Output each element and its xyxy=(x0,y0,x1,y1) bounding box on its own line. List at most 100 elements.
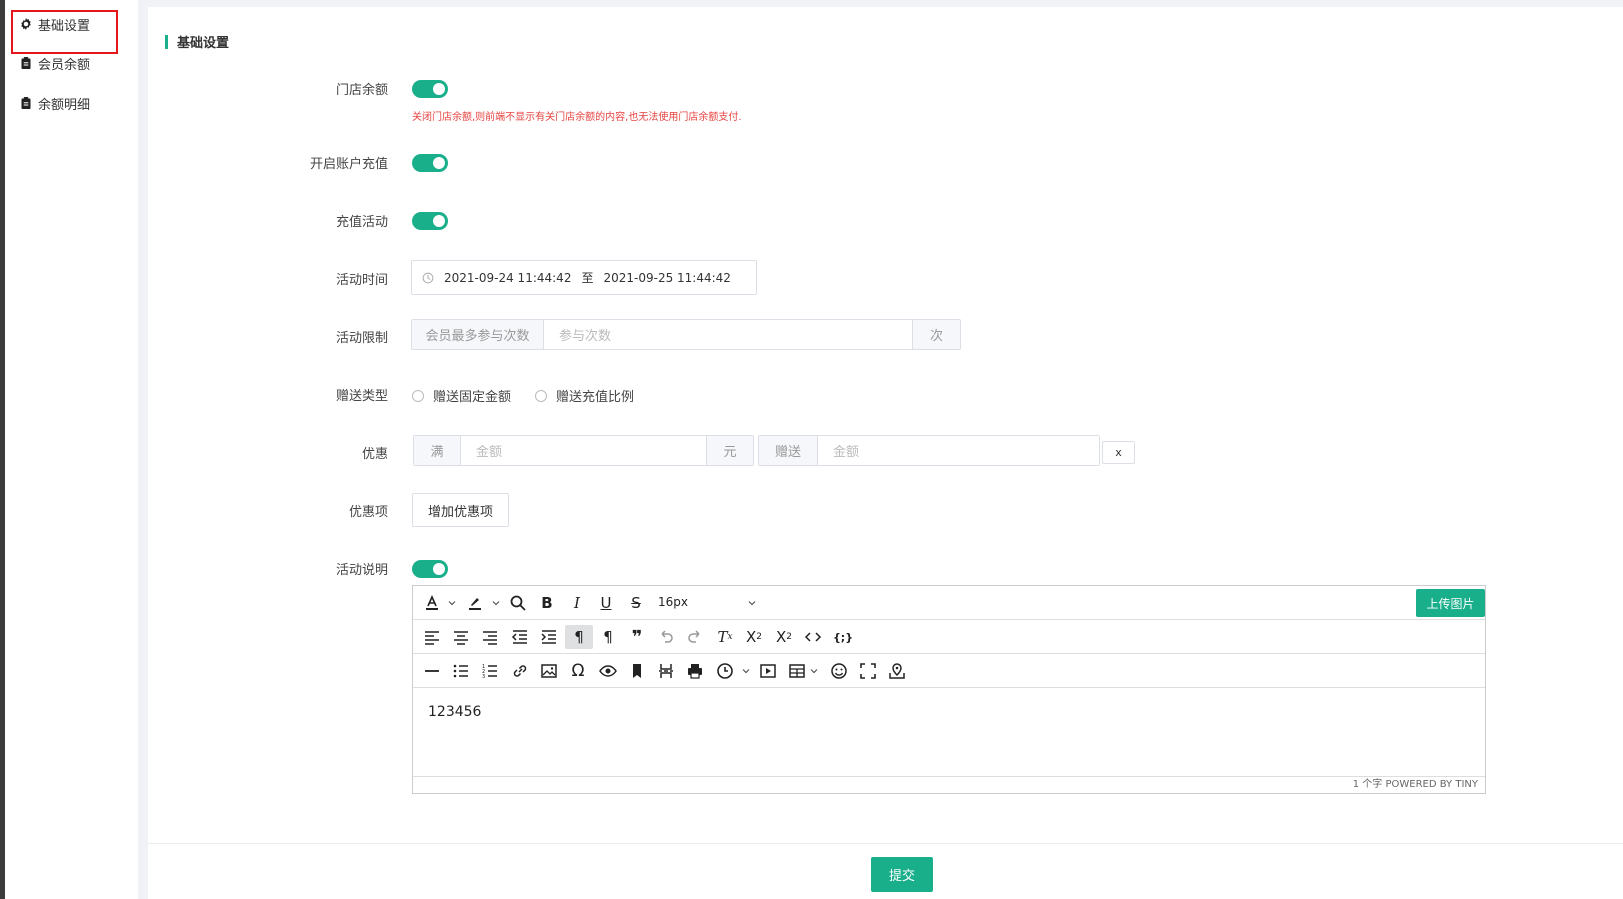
label-discount: 优惠 xyxy=(361,447,388,462)
account-recharge-toggle[interactable] xyxy=(412,154,448,172)
submit-button[interactable]: 提交 xyxy=(871,857,933,892)
sidebar-item-member-balance[interactable]: 会员余额 xyxy=(20,51,90,75)
label-account-recharge: 开启账户充值 xyxy=(309,157,388,172)
gift-amount-input[interactable]: 金额 xyxy=(819,436,1099,465)
sidebar: 基础设置 会员余额 余额明细 xyxy=(5,0,138,899)
radio-recharge-ratio[interactable]: 赠送充值比例 xyxy=(535,386,634,405)
bullet-list-icon[interactable] xyxy=(449,659,473,683)
italic-icon[interactable]: I xyxy=(565,591,589,615)
range-separator: 至 xyxy=(581,271,594,285)
outdent-icon[interactable] xyxy=(508,625,532,649)
radio-fixed-amount[interactable]: 赠送固定金额 xyxy=(412,386,511,405)
media-icon[interactable] xyxy=(756,659,780,683)
limit-prefix: 会员最多参与次数 xyxy=(412,320,544,349)
remove-discount-button[interactable]: x xyxy=(1102,441,1135,464)
sidebar-item-label: 余额明细 xyxy=(38,97,91,113)
align-left-icon[interactable] xyxy=(420,625,444,649)
chevron-down-icon[interactable] xyxy=(748,599,756,607)
section-title-text: 基础设置 xyxy=(177,36,230,51)
undo-icon[interactable] xyxy=(654,625,678,649)
code-sample-icon[interactable]: {;} xyxy=(831,625,855,649)
label-activity-limit: 活动限制 xyxy=(335,331,388,346)
participation-count-input[interactable]: 参与次数 xyxy=(545,320,912,349)
clock-icon xyxy=(422,272,434,283)
activity-desc-toggle[interactable] xyxy=(412,560,448,578)
label-gift-type: 赠送类型 xyxy=(335,389,388,404)
map-pin-icon[interactable] xyxy=(885,659,909,683)
title-accent-bar xyxy=(165,34,168,49)
activity-time-range-picker[interactable]: 2021-09-24 11:44:42 至 2021-09-25 11:44:4… xyxy=(411,260,757,295)
chevron-down-icon[interactable] xyxy=(742,667,750,675)
radio-circle xyxy=(535,389,547,402)
upload-image-button[interactable]: 上传图片 xyxy=(1416,589,1485,617)
activity-limit-input-group: 会员最多参与次数 参与次数 次 xyxy=(411,319,961,350)
label-store-balance: 门店余额 xyxy=(335,83,388,98)
label-activity-desc: 活动说明 xyxy=(335,563,388,578)
threshold-amount-input[interactable]: 金额 xyxy=(462,436,706,465)
sidebar-item-label: 会员余额 xyxy=(38,57,91,73)
numbered-list-icon[interactable]: 123 xyxy=(478,659,502,683)
indent-icon[interactable] xyxy=(537,625,561,649)
redo-icon[interactable] xyxy=(683,625,707,649)
sidebar-item-balance-details[interactable]: 余额明细 xyxy=(20,91,90,115)
underline-icon[interactable]: U xyxy=(594,591,618,615)
label-discount-items: 优惠项 xyxy=(348,505,388,520)
background-color-icon[interactable] xyxy=(463,591,487,615)
clock-icon[interactable] xyxy=(713,659,737,683)
chevron-down-icon[interactable] xyxy=(492,599,500,607)
strikethrough-icon[interactable]: S xyxy=(624,591,648,615)
special-character-icon[interactable]: Ω xyxy=(566,659,590,683)
chevron-down-icon[interactable] xyxy=(810,667,818,675)
print-icon[interactable] xyxy=(683,659,707,683)
add-discount-item-button[interactable]: 增加优惠项 xyxy=(412,493,509,527)
blockquote-icon[interactable]: ❞ xyxy=(625,625,649,649)
table-icon[interactable] xyxy=(785,659,809,683)
recharge-activity-toggle[interactable] xyxy=(412,212,448,230)
editor-status-bar: 1 个字 POWERED BY TINY xyxy=(413,776,1485,793)
discount-gift-group: 赠送 金额 xyxy=(758,435,1100,466)
search-icon[interactable] xyxy=(506,591,530,615)
font-size-select[interactable]: 16px xyxy=(658,595,688,609)
discount-threshold-group: 满 金额 元 xyxy=(413,435,754,466)
bold-icon[interactable]: B xyxy=(535,591,559,615)
bookmark-icon[interactable] xyxy=(625,659,649,683)
horizontal-rule-icon[interactable] xyxy=(420,659,444,683)
eye-icon[interactable] xyxy=(596,659,620,683)
rich-text-editor: B I U S 16px 上传图片 ¶ ¶ ❞ Tx X2 X2 {;} 1 2… xyxy=(412,585,1486,794)
toolbar-row-2: ¶ ¶ ❞ Tx X2 X2 {;} xyxy=(413,620,1485,654)
label-activity-time: 活动时间 xyxy=(335,273,388,288)
emoji-icon[interactable] xyxy=(827,659,851,683)
toolbar-row-1: B I U S 16px 上传图片 xyxy=(413,586,1485,620)
activity-end-time: 2021-09-25 11:44:42 xyxy=(603,270,731,285)
clear-format-icon[interactable]: Tx xyxy=(713,625,737,649)
clipboard-icon xyxy=(21,57,31,69)
settings-panel: 基础设置 门店余额 关闭门店余额,则前端不显示有关门店余额的内容,也无法使用门店… xyxy=(148,7,1623,843)
highlight-box xyxy=(11,10,118,54)
radio-circle xyxy=(412,389,424,402)
code-icon[interactable] xyxy=(801,625,825,649)
radio-label: 赠送充值比例 xyxy=(556,390,635,405)
superscript-icon[interactable]: X2 xyxy=(772,625,796,649)
image-icon[interactable] xyxy=(537,659,561,683)
chevron-down-icon[interactable] xyxy=(448,599,456,607)
activity-start-time: 2021-09-24 11:44:42 xyxy=(444,270,572,285)
gift-prefix: 赠送 xyxy=(759,436,818,465)
paragraph-rtl-icon[interactable]: ¶ xyxy=(596,625,620,649)
label-recharge-activity: 充值活动 xyxy=(335,215,388,230)
limit-suffix: 次 xyxy=(912,320,960,349)
toolbar-row-3: 123 Ω xyxy=(413,654,1485,688)
text-color-icon[interactable] xyxy=(420,591,444,615)
editor-content[interactable]: 123456 xyxy=(413,688,1485,777)
store-balance-toggle[interactable] xyxy=(412,80,448,98)
section-title: 基础设置 xyxy=(165,32,229,51)
align-right-icon[interactable] xyxy=(478,625,502,649)
footer-bar: 提交 xyxy=(148,843,1623,899)
clipboard-icon xyxy=(21,97,31,109)
align-center-icon[interactable] xyxy=(449,625,473,649)
top-strip xyxy=(138,0,1623,6)
subscript-icon[interactable]: X2 xyxy=(742,625,766,649)
fullscreen-icon[interactable] xyxy=(856,659,880,683)
paragraph-ltr-icon[interactable]: ¶ xyxy=(565,625,593,649)
link-icon[interactable] xyxy=(508,659,532,683)
page-break-icon[interactable] xyxy=(654,659,678,683)
